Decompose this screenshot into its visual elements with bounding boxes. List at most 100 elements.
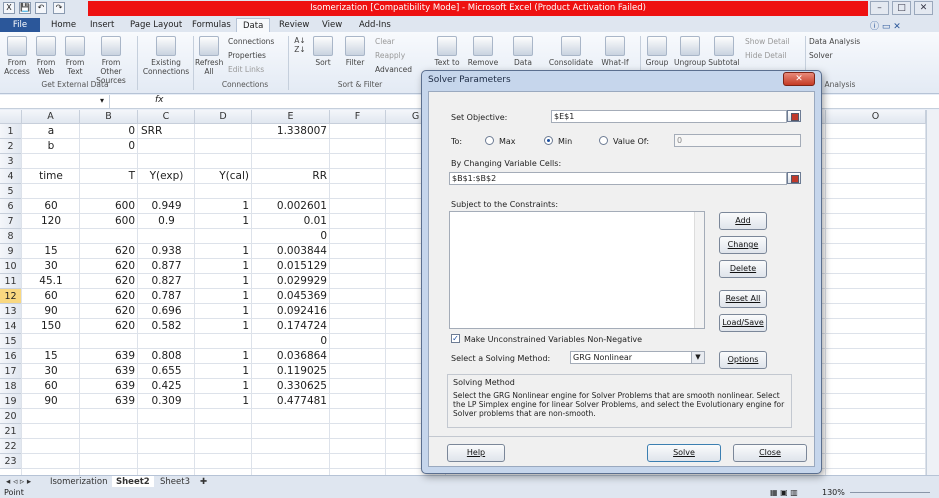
group-button[interactable]: Group: [643, 36, 671, 67]
cell[interactable]: 15: [22, 349, 80, 364]
cell[interactable]: 0.9: [138, 214, 195, 229]
cell[interactable]: 0.477481: [252, 394, 330, 409]
function-icon[interactable]: fx: [155, 95, 164, 105]
row-header[interactable]: 10: [0, 259, 22, 274]
cell[interactable]: 639: [80, 394, 138, 409]
tab-insert[interactable]: Insert: [84, 18, 120, 32]
cell[interactable]: 90: [22, 394, 80, 409]
cell[interactable]: 0.938: [138, 244, 195, 259]
value-of-radio[interactable]: [599, 136, 608, 145]
cell[interactable]: Y(cal): [195, 169, 252, 184]
cell[interactable]: 0.003844: [252, 244, 330, 259]
cell[interactable]: 0.827: [138, 274, 195, 289]
save-icon[interactable]: 💾: [19, 2, 31, 14]
collapse-dialog-icon[interactable]: [787, 110, 801, 122]
options-button[interactable]: Options: [719, 351, 767, 369]
zoom-level[interactable]: 130%: [822, 487, 845, 498]
cell[interactable]: 0: [80, 139, 138, 154]
cell[interactable]: 620: [80, 259, 138, 274]
method-select[interactable]: GRG Nonlinear: [570, 351, 705, 364]
cell[interactable]: 0.015129: [252, 259, 330, 274]
row-header[interactable]: 6: [0, 199, 22, 214]
help-icon[interactable]: ⓘ ▭ ✕: [870, 19, 901, 32]
cell[interactable]: 0.425: [138, 379, 195, 394]
row-header[interactable]: 19: [0, 394, 22, 409]
cell[interactable]: 0.582: [138, 319, 195, 334]
row-header[interactable]: 2: [0, 139, 22, 154]
cell[interactable]: 620: [80, 274, 138, 289]
vertical-scrollbar[interactable]: [926, 110, 939, 475]
change-button[interactable]: Change: [719, 236, 767, 254]
cell[interactable]: 1: [195, 259, 252, 274]
row-header[interactable]: 13: [0, 304, 22, 319]
cell[interactable]: 15: [22, 244, 80, 259]
cell[interactable]: 639: [80, 379, 138, 394]
from-text-button[interactable]: From Text: [62, 36, 88, 76]
show-detail-button[interactable]: Show Detail: [745, 37, 790, 47]
row-header[interactable]: 22: [0, 439, 22, 454]
cell[interactable]: SRR: [138, 124, 195, 139]
column-header-d[interactable]: D: [195, 110, 252, 124]
constraints-list[interactable]: [449, 211, 705, 329]
name-box[interactable]: [0, 95, 110, 108]
cell[interactable]: 0: [80, 124, 138, 139]
cell[interactable]: 150: [22, 319, 80, 334]
advanced-button[interactable]: Advanced: [375, 65, 412, 75]
reapply-button[interactable]: Reapply: [375, 51, 405, 61]
column-header-a[interactable]: A: [22, 110, 80, 124]
column-header-c[interactable]: C: [138, 110, 195, 124]
cell[interactable]: 0.787: [138, 289, 195, 304]
row-header[interactable]: 17: [0, 364, 22, 379]
cell[interactable]: 30: [22, 259, 80, 274]
hide-detail-button[interactable]: Hide Detail: [745, 51, 787, 61]
cell[interactable]: b: [22, 139, 80, 154]
refresh-all-button[interactable]: Refresh All: [195, 36, 223, 76]
dialog-close-button[interactable]: ✕: [783, 72, 815, 86]
row-header[interactable]: 5: [0, 184, 22, 199]
cell[interactable]: 0.036864: [252, 349, 330, 364]
subtotal-button[interactable]: Subtotal: [707, 36, 741, 67]
row-header[interactable]: 4: [0, 169, 22, 184]
maximize-button[interactable]: □: [892, 1, 911, 15]
cell[interactable]: 0.655: [138, 364, 195, 379]
undo-icon[interactable]: ↶: [35, 2, 47, 14]
zoom-slider[interactable]: [850, 492, 930, 493]
edit-links-button[interactable]: Edit Links: [228, 65, 264, 75]
tab-review[interactable]: Review: [273, 18, 315, 32]
max-radio[interactable]: [485, 136, 494, 145]
row-header[interactable]: 3: [0, 154, 22, 169]
row-header[interactable]: 18: [0, 379, 22, 394]
row-header[interactable]: 1: [0, 124, 22, 139]
row-header[interactable]: 15: [0, 334, 22, 349]
cell[interactable]: 1: [195, 394, 252, 409]
tab-formulas[interactable]: Formulas: [186, 18, 237, 32]
sort-button[interactable]: Sort: [310, 36, 336, 67]
cell[interactable]: 90: [22, 304, 80, 319]
solver-button[interactable]: Solver: [809, 51, 833, 61]
cell[interactable]: 1: [195, 349, 252, 364]
cell[interactable]: 120: [22, 214, 80, 229]
minimize-button[interactable]: –: [870, 1, 889, 15]
tab-view[interactable]: View: [316, 18, 348, 32]
properties-button[interactable]: Properties: [228, 51, 266, 61]
existing-connections-button[interactable]: Existing Connections: [141, 36, 191, 76]
min-radio[interactable]: [544, 136, 553, 145]
cell[interactable]: time: [22, 169, 80, 184]
text-to-columns-button[interactable]: Text to: [432, 36, 462, 67]
objective-input[interactable]: $E$1: [551, 110, 787, 123]
cell[interactable]: 30: [22, 364, 80, 379]
view-buttons-icon[interactable]: ▦ ▣ ▥: [770, 487, 798, 498]
cell[interactable]: 0.808: [138, 349, 195, 364]
cell[interactable]: 0.092416: [252, 304, 330, 319]
row-header[interactable]: 21: [0, 424, 22, 439]
cell[interactable]: 1: [195, 274, 252, 289]
solve-button[interactable]: Solve: [647, 444, 721, 462]
tab-data[interactable]: Data: [236, 18, 271, 32]
value-of-input[interactable]: 0: [674, 134, 801, 147]
row-header[interactable]: 16: [0, 349, 22, 364]
from-web-button[interactable]: From Web: [33, 36, 59, 76]
cell[interactable]: 0.309: [138, 394, 195, 409]
cell[interactable]: 60: [22, 199, 80, 214]
consolidate-button[interactable]: Consolidate: [548, 36, 594, 67]
cell[interactable]: 0.029929: [252, 274, 330, 289]
